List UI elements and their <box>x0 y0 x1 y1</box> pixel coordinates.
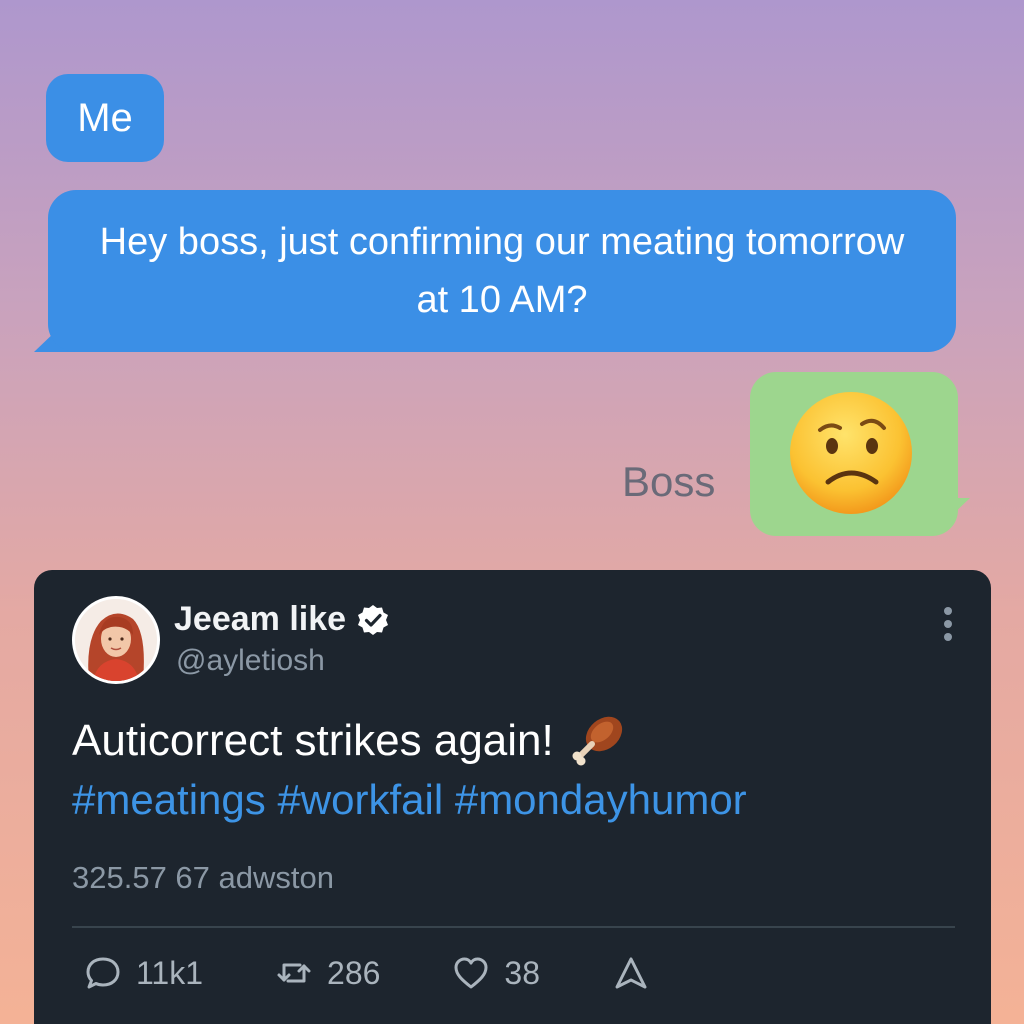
my-message-text: Hey boss, just confirming our meating to… <box>99 221 905 321</box>
retweet-button[interactable]: 286 <box>275 954 380 992</box>
sender-label-me: Me <box>46 74 164 162</box>
share-icon <box>615 957 647 989</box>
retweet-icon <box>277 963 311 983</box>
verified-badge-icon <box>358 604 389 635</box>
sender-label-boss: Boss <box>622 458 716 505</box>
reply-button[interactable]: 11k1 <box>84 954 203 992</box>
divider <box>72 926 955 928</box>
poultry-leg-emoji-icon <box>572 716 622 766</box>
reply-count: 11k1 <box>136 954 204 991</box>
tweet-text: Auticorrect strikes again! <box>72 710 628 772</box>
confused-face-emoji-icon <box>790 392 912 514</box>
tweet-hashtags[interactable]: #meatings #workfail #mondayhumor <box>72 776 747 824</box>
more-options-icon[interactable] <box>941 604 955 644</box>
my-message-bubble[interactable]: Hey boss, just confirming our meating to… <box>48 190 956 352</box>
heart-icon <box>454 957 488 989</box>
avatar-portrait-icon <box>75 599 157 681</box>
tweet-stats-line: 325.57 67 adwston <box>72 860 334 895</box>
author-name-row: Jeeam like <box>174 600 390 639</box>
tweet-text-content: Auticorrect strikes again! <box>72 716 554 765</box>
avatar[interactable] <box>72 596 160 684</box>
reply-bubble-icon <box>86 957 120 989</box>
author-handle[interactable]: @ayletiosh <box>176 644 325 678</box>
author-display-name[interactable]: Jeeam like <box>174 600 346 639</box>
tweet-card[interactable]: Jeeam like @ayletiosh Auticorrect strike… <box>34 570 991 1024</box>
tweet-action-bar: 11k1 286 38 <box>84 954 736 992</box>
like-button[interactable]: 38 <box>452 954 540 992</box>
share-button[interactable] <box>612 954 664 992</box>
like-count: 38 <box>504 954 540 991</box>
retweet-count: 286 <box>327 954 381 991</box>
